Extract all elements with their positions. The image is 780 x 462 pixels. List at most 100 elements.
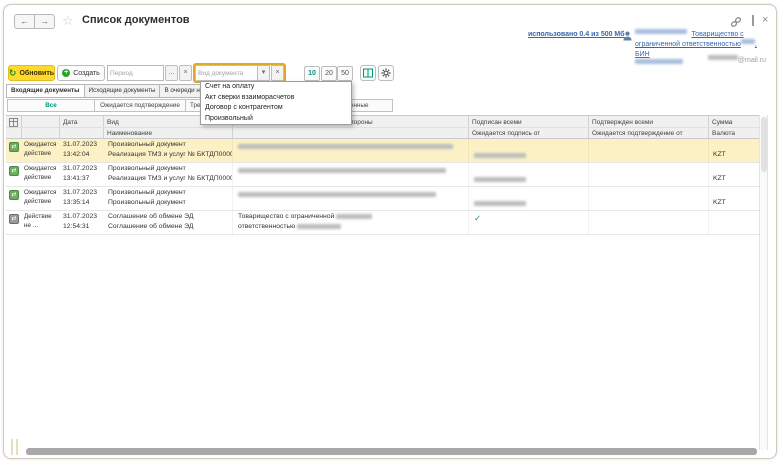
cell-kind: Соглашение об обмене ЭД bbox=[108, 213, 232, 220]
cell-name: Произвольный документ bbox=[108, 199, 232, 206]
org-name-part2: ограниченной ответственностью bbox=[635, 41, 741, 48]
cell-currency: KZT bbox=[713, 175, 726, 182]
ellipsis-icon: … bbox=[168, 69, 175, 76]
history-nav: ← → bbox=[14, 14, 55, 29]
tab-outgoing-documents[interactable]: Исходящие документы bbox=[84, 84, 161, 98]
screenshot: ← → ☆ Список документов × использовано 0… bbox=[0, 0, 780, 462]
favorite-star-icon[interactable]: ☆ bbox=[62, 14, 74, 27]
cell-name: Реализация ТМЗ и услуг № БКТДП000001 от.… bbox=[108, 175, 232, 182]
storage-usage-link[interactable]: использовано 0.4 из 500 Мб bbox=[528, 31, 625, 38]
doctype-clear-button[interactable]: × bbox=[271, 65, 284, 81]
header-kind[interactable]: Вид bbox=[107, 119, 119, 126]
vertical-scrollbar[interactable] bbox=[759, 115, 768, 450]
dropdown-item-invoice[interactable]: Счет на оплату bbox=[201, 82, 351, 93]
cell-time: 13:42:04 bbox=[63, 151, 89, 158]
header-currency[interactable]: Валюта bbox=[712, 130, 735, 137]
status-text: действие bbox=[24, 174, 51, 181]
period-picker-button[interactable]: … bbox=[165, 65, 178, 81]
table-row[interactable]: ⇄ Ожидается действие 31.07.2023 13:41:37… bbox=[6, 163, 759, 187]
period-input[interactable] bbox=[107, 65, 164, 81]
create-button[interactable]: + Создать bbox=[57, 65, 105, 81]
book-icon bbox=[363, 68, 373, 78]
period-clear-button[interactable]: × bbox=[179, 65, 192, 81]
cell-time: 12:54:31 bbox=[63, 223, 89, 230]
redacted-text bbox=[297, 224, 341, 229]
cell-time: 13:35:14 bbox=[63, 199, 89, 206]
filter-completed[interactable]: енные bbox=[347, 99, 393, 112]
page-size-button-50[interactable]: 50 bbox=[337, 66, 353, 81]
forward-button[interactable]: → bbox=[34, 14, 55, 29]
header-date[interactable]: Дата bbox=[63, 119, 77, 126]
status-text: Ожидается bbox=[24, 141, 56, 148]
doctype-dropdown: Счет на оплату Акт сверки взаиморасчетов… bbox=[200, 81, 352, 125]
back-button[interactable]: ← bbox=[14, 14, 35, 29]
doctype-input[interactable] bbox=[195, 65, 257, 81]
document-status-icon: ⇄ bbox=[9, 190, 19, 200]
redacted-text bbox=[474, 153, 526, 158]
page-size-button-20[interactable]: 20 bbox=[321, 66, 337, 81]
cell-name: Реализация ТМЗ и услуг № БКТДП000001 от.… bbox=[108, 151, 232, 158]
exchange-glyph: ⇄ bbox=[11, 144, 16, 150]
resize-grip bbox=[16, 439, 18, 455]
header-signed[interactable]: Подписан всеми bbox=[472, 119, 522, 126]
cell-parties: ответственностью bbox=[238, 223, 341, 230]
dropdown-item-contract[interactable]: Договор с контрагентом bbox=[201, 103, 351, 114]
redacted-text bbox=[336, 214, 372, 219]
doctype-dropdown-button[interactable]: ▾ bbox=[257, 65, 270, 81]
table-row[interactable]: ⇄ Ожидается действие 31.07.2023 13:42:04… bbox=[6, 139, 759, 163]
check-icon: ✓ bbox=[474, 213, 481, 224]
exchange-glyph: ⇄ bbox=[11, 168, 16, 174]
refresh-button[interactable]: ↻ Обновить bbox=[8, 65, 55, 81]
header-awaiting-sign[interactable]: Ожидается подпись от bbox=[472, 130, 540, 137]
header-sum[interactable]: Сумма bbox=[712, 119, 732, 126]
dropdown-item-arbitrary[interactable]: Произвольный bbox=[201, 114, 351, 125]
cell-currency: KZT bbox=[713, 151, 726, 158]
resize-grip bbox=[11, 439, 13, 455]
page-size-button-10[interactable]: 10 bbox=[304, 66, 320, 81]
user-email: @mail.ru bbox=[634, 49, 766, 67]
cell-date: 31.07.2023 bbox=[63, 189, 97, 196]
settings-button[interactable] bbox=[378, 65, 394, 81]
dropdown-item-reconciliation[interactable]: Акт сверки взаиморасчетов bbox=[201, 93, 351, 104]
status-text: Действие bbox=[24, 213, 52, 220]
close-icon[interactable]: × bbox=[762, 15, 768, 26]
cell-currency: KZT bbox=[713, 199, 726, 206]
forward-icon: → bbox=[40, 16, 49, 26]
cell-name: Соглашение об обмене ЭД bbox=[108, 223, 232, 230]
status-text: действие bbox=[24, 150, 51, 157]
more-icon[interactable] bbox=[752, 15, 754, 26]
table-row[interactable]: ⇄ Действие не ... 31.07.2023 12:54:31 Со… bbox=[6, 211, 759, 235]
tab-incoming-documents[interactable]: Входящие документы bbox=[6, 84, 85, 98]
document-status-icon: ⇄ bbox=[9, 166, 19, 176]
status-text: Ожидается bbox=[24, 165, 56, 172]
create-label: Создать bbox=[73, 70, 100, 77]
horizontal-scrollbar-thumb[interactable] bbox=[26, 448, 757, 455]
filter-awaiting-confirmation[interactable]: Ожидается подтверждение bbox=[94, 99, 186, 112]
table-row[interactable]: ⇄ Ожидается действие 31.07.2023 13:35:14… bbox=[6, 187, 759, 211]
cell-date: 31.07.2023 bbox=[63, 213, 97, 220]
columns-view-button[interactable] bbox=[360, 65, 376, 81]
header-awaiting-confirm[interactable]: Ожидается подтверждение от bbox=[592, 130, 683, 137]
page-title: Список документов bbox=[82, 14, 190, 26]
redacted-text bbox=[238, 168, 446, 173]
refresh-label: Обновить bbox=[19, 70, 54, 77]
redacted-text bbox=[741, 39, 755, 44]
cell-date: 31.07.2023 bbox=[63, 141, 97, 148]
filter-all[interactable]: Все bbox=[7, 99, 95, 112]
table-settings-icon[interactable] bbox=[9, 118, 18, 127]
gear-icon bbox=[381, 68, 391, 78]
get-link-icon[interactable] bbox=[730, 16, 742, 28]
table-header: Дата Вид Наименование Стороны Подписан в… bbox=[6, 115, 759, 139]
exchange-glyph: ⇄ bbox=[11, 216, 16, 222]
doctype-combo: ▾ × bbox=[195, 65, 284, 81]
clear-icon: × bbox=[275, 69, 279, 76]
redacted-text bbox=[238, 144, 453, 149]
header-name[interactable]: Наименование bbox=[107, 130, 152, 137]
email-suffix: @mail.ru bbox=[738, 57, 766, 64]
status-text: действие bbox=[24, 198, 51, 205]
period-filter: … × bbox=[107, 65, 192, 81]
status-text: не ... bbox=[24, 222, 38, 229]
header-confirmed[interactable]: Подтвержден всеми bbox=[592, 119, 653, 126]
vertical-scrollbar-thumb[interactable] bbox=[761, 117, 767, 172]
cell-kind: Произвольный документ bbox=[108, 189, 232, 196]
